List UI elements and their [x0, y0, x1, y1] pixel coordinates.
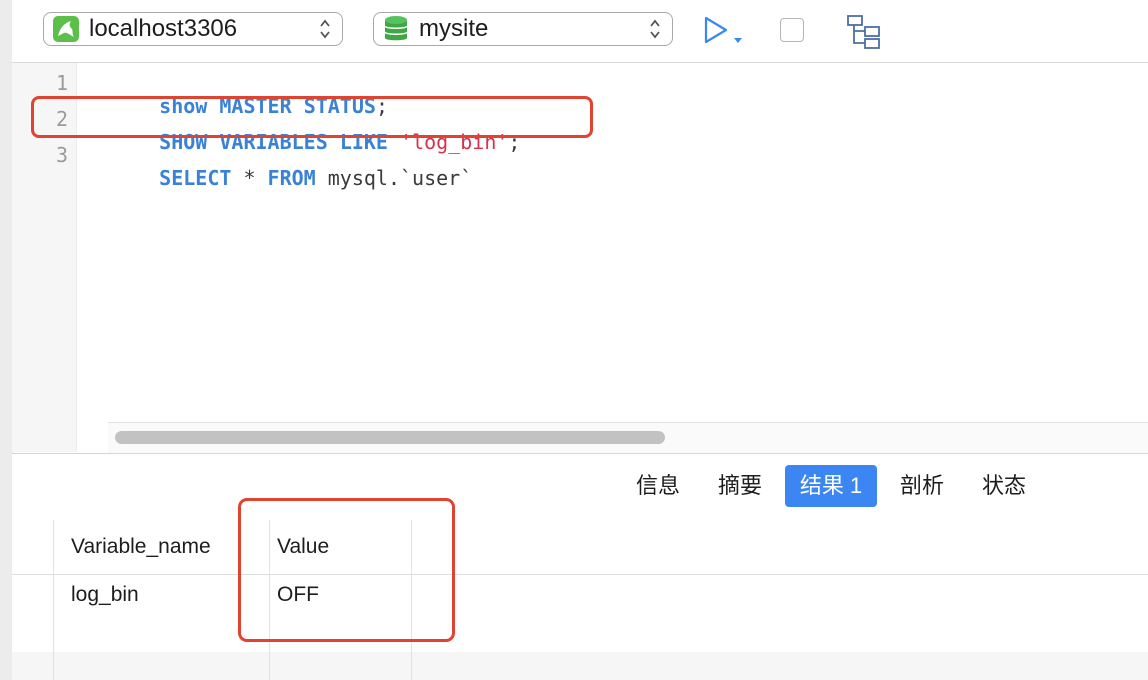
- horizontal-scrollbar[interactable]: [108, 422, 1148, 453]
- code-line-3: SELECT * FROM mysql.`user`: [111, 142, 472, 214]
- sql-operator: *: [231, 166, 268, 190]
- toolbar: localhost3306 mysite: [12, 0, 1148, 63]
- run-button[interactable]: [702, 14, 750, 48]
- sql-editor[interactable]: 1 2 3 show MASTER STATUS; SHOW VARIABLES…: [12, 63, 1148, 453]
- result-grid[interactable]: Variable_name Value log_bin OFF: [12, 498, 1148, 680]
- connection-label: localhost3306: [89, 15, 238, 42]
- highlight-annotation-line-2: [31, 96, 593, 138]
- play-icon: [704, 16, 742, 44]
- connection-select[interactable]: localhost3306: [43, 12, 343, 46]
- database-cylinder-icon: [383, 16, 409, 42]
- sql-keyword: FROM: [267, 166, 316, 190]
- tab-status[interactable]: 状态: [970, 465, 1038, 507]
- sql-identifier: mysql.`user`: [315, 166, 473, 190]
- empty-row-stripe: [12, 652, 1148, 680]
- line-number: 3: [55, 143, 68, 167]
- database-select[interactable]: mysite: [373, 12, 673, 46]
- tab-result-1[interactable]: 结果 1: [785, 465, 877, 507]
- grid-divider: [53, 520, 54, 680]
- result-tabs-bar: 信息 摘要 结果 1 剖析 状态: [12, 453, 1148, 521]
- header-divider: [12, 574, 1148, 575]
- tab-info[interactable]: 信息: [624, 465, 692, 507]
- column-header-variable-name[interactable]: Variable_name: [71, 535, 211, 559]
- tab-summary[interactable]: 摘要: [706, 465, 774, 507]
- select-arrows-icon: [650, 19, 660, 39]
- explain-button[interactable]: [846, 14, 882, 50]
- query-plan-icon: [847, 15, 880, 49]
- select-arrows-icon: [320, 19, 330, 39]
- line-number: 1: [55, 71, 68, 95]
- sql-keyword: SELECT: [159, 166, 232, 190]
- mysql-dolphin-icon: [53, 16, 79, 42]
- cell-variable-name[interactable]: log_bin: [71, 583, 139, 607]
- tab-profile[interactable]: 剖析: [888, 465, 956, 507]
- stop-button[interactable]: [780, 18, 804, 42]
- scrollbar-thumb[interactable]: [115, 431, 665, 444]
- database-label: mysite: [419, 15, 489, 42]
- highlight-annotation-value-column: [238, 498, 455, 642]
